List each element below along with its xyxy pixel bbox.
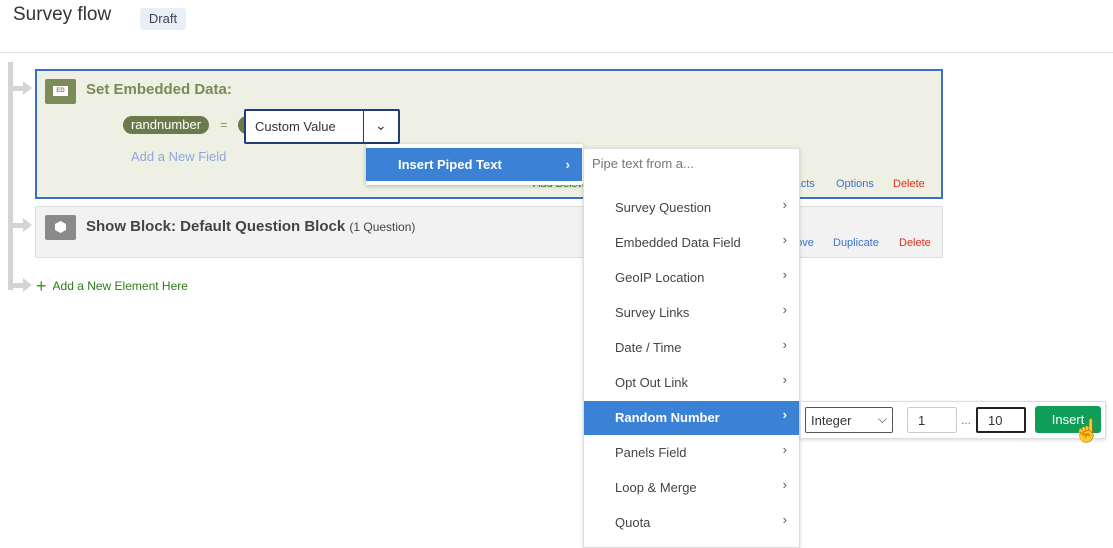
options-link[interactable]: Options (836, 178, 874, 190)
chevron-right-icon: › (782, 442, 787, 457)
embedded-data-icon: ED (45, 79, 76, 104)
menu-item[interactable]: Date / Time › (584, 331, 799, 365)
delete-link[interactable]: Delete (899, 237, 931, 249)
chevron-right-icon: › (782, 302, 787, 317)
flow-arrow-icon (10, 81, 32, 95)
menu-item-label: Loop & Merge (615, 480, 697, 495)
menu-item[interactable]: Opt Out Link › (584, 366, 799, 400)
chevron-right-icon: › (782, 232, 787, 247)
menu-item[interactable]: Survey Links › (584, 296, 799, 330)
add-field-link[interactable]: Add a New Field (131, 149, 226, 164)
flow-arrow-icon (10, 278, 32, 292)
menu-item-label: Quota (615, 515, 651, 530)
embedded-data-title: Set Embedded Data: (86, 81, 232, 98)
menu-item[interactable]: Quota › (584, 506, 799, 540)
flow-line (8, 62, 13, 290)
value-menu: Insert Piped Text › (366, 144, 583, 185)
chevron-right-icon: › (565, 157, 570, 172)
menu-item[interactable]: Survey Question › (584, 191, 799, 225)
piped-text-submenu: Pipe text from a... Survey Question › Embe… (583, 148, 800, 548)
page-title: Survey flow (13, 4, 112, 25)
equals-sign: = (220, 117, 228, 132)
menu-item-label: GeoIP Location (615, 270, 705, 285)
max-input[interactable]: 10 (976, 407, 1026, 433)
hand-cursor-icon: ☝ (1073, 418, 1101, 443)
chevron-right-icon: › (782, 197, 787, 212)
add-element-link[interactable]: + Add a New Element Here (36, 276, 188, 297)
chevron-right-icon: › (782, 477, 787, 492)
chevron-right-icon: › (782, 512, 787, 527)
status-badge: Draft (140, 8, 186, 30)
menu-item-label: Opt Out Link (615, 375, 688, 390)
block-cube-icon (45, 215, 76, 240)
header-divider (0, 52, 1113, 53)
value-type-label: Custom Value (255, 119, 336, 134)
menu-item-label: Random Number (615, 410, 720, 425)
show-block-title: Show Block: Default Question Block (1 Qu… (86, 218, 416, 235)
chevron-down-icon: ⌵ (877, 412, 887, 426)
chevron-right-icon: › (782, 267, 787, 282)
duplicate-link[interactable]: Duplicate (833, 237, 879, 249)
menu-item[interactable]: Loop & Merge › (584, 471, 799, 505)
menu-item-label: Embedded Data Field (615, 235, 741, 250)
range-separator: ... (961, 413, 972, 427)
menu-item[interactable]: Embedded Data Field › (584, 226, 799, 260)
menu-item[interactable]: Random Number › (584, 401, 799, 435)
submenu-header: Pipe text from a... (592, 156, 694, 171)
plus-icon: + (36, 276, 47, 296)
chevron-right-icon: › (782, 337, 787, 352)
value-type-dropdown[interactable]: Custom Value ⌄ (244, 109, 400, 144)
menu-item-label: Survey Question (615, 200, 712, 215)
menu-item-label: Date / Time (615, 340, 682, 355)
delete-link[interactable]: Delete (893, 178, 925, 190)
flow-arrow-icon (10, 218, 32, 232)
chevron-down-icon[interactable]: ⌄ (375, 117, 387, 134)
menu-item-insert-piped-text[interactable]: Insert Piped Text › (366, 148, 582, 181)
chevron-right-icon: › (782, 407, 787, 422)
number-type-select[interactable]: Integer ⌵ (805, 407, 893, 433)
chevron-right-icon: › (782, 372, 787, 387)
min-input[interactable]: 1 (907, 407, 957, 433)
menu-item-label: Survey Links (615, 305, 690, 320)
menu-item[interactable]: Panels Field › (584, 436, 799, 470)
menu-item[interactable]: GeoIP Location › (584, 261, 799, 295)
menu-item-label: Panels Field (615, 445, 687, 460)
field-name-pill[interactable]: randnumber (123, 116, 209, 134)
